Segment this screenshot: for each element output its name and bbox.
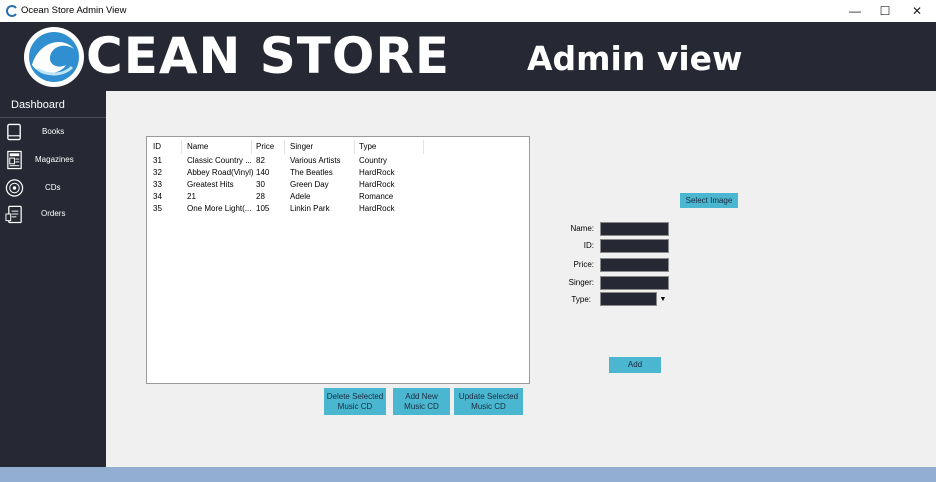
cell-price: 82 [256,156,265,165]
chevron-down-icon[interactable]: ▼ [657,292,669,306]
id-label: ID: [583,241,594,250]
cell-singer: Adele [290,192,311,201]
sidebar-item-label: Orders [41,209,66,218]
id-field[interactable] [600,239,669,253]
sidebar-item-books[interactable]: Books [0,122,106,146]
brand-subtitle: Admin view [527,39,743,78]
sidebar-item-label: CDs [45,183,61,192]
music-cd-list[interactable]: ID Name Price Singer Type 31 Classic Cou… [146,136,530,384]
cell-name: Classic Country ... [187,156,252,165]
sidebar-item-label: Books [42,127,65,136]
singer-label: Singer: [568,278,594,287]
cell-name: Abbey Road(Vinyl) [187,168,254,177]
cell-type: Romance [359,192,394,201]
button-label: Music CD [337,401,373,411]
orders-icon [5,205,22,224]
brand-title: CEAN STORE [86,27,451,85]
maximize-button[interactable]: ☐ [868,0,902,22]
name-field[interactable] [600,222,669,236]
column-header-singer[interactable]: Singer [290,142,313,151]
cd-icon [5,179,24,197]
title-bar: Ocean Store Admin View — ☐ ✕ [0,0,936,22]
cell-type: HardRock [359,204,395,213]
cell-id: 31 [153,156,162,165]
cell-singer: Various Artists [290,156,341,165]
minimize-button[interactable]: — [838,0,872,22]
sidebar-item-label: Magazines [35,155,74,164]
price-label: Price: [573,260,594,269]
table-row[interactable]: 32 Abbey Road(Vinyl) 140 The Beatles Har… [147,168,529,180]
button-label: Update Selected [458,391,519,401]
cell-singer: Linkin Park [290,204,330,213]
column-header-name[interactable]: Name [187,142,208,151]
type-label: Type: [571,295,591,304]
cell-price: 30 [256,180,265,189]
column-header-price[interactable]: Price [256,142,274,151]
button-label: Music CD [471,401,506,411]
sidebar-dashboard[interactable]: Dashboard [0,91,106,118]
type-dropdown[interactable]: ▼ [600,292,669,306]
button-label: Add New [405,391,438,401]
sidebar-item-magazines[interactable]: Magazines [0,150,106,174]
table-row[interactable]: 31 Classic Country ... 82 Various Artist… [147,156,529,168]
cell-id: 35 [153,204,162,213]
update-selected-button[interactable]: Update Selected Music CD [454,388,523,415]
name-label: Name: [570,224,594,233]
cell-id: 34 [153,192,162,201]
cell-type: HardRock [359,168,395,177]
cell-price: 105 [256,204,270,213]
price-field[interactable] [600,258,669,272]
cell-price: 28 [256,192,265,201]
cell-singer: The Beatles [290,168,333,177]
header-banner: CEAN STORE Admin view [0,22,936,91]
window-title: Ocean Store Admin View [21,5,127,16]
list-header: ID Name Price Singer Type [147,140,529,154]
select-image-button[interactable]: Select Image [680,193,738,208]
cell-name: One More Light(... [187,204,252,213]
cell-name: Greatest Hits [187,180,234,189]
singer-field[interactable] [600,276,669,290]
cell-id: 33 [153,180,162,189]
sidebar: Dashboard Books Magazines CDs Orders [0,91,106,467]
cell-price: 140 [256,168,270,177]
table-row[interactable]: 35 One More Light(... 105 Linkin Park Ha… [147,204,529,216]
status-bar [0,467,936,482]
column-header-type[interactable]: Type [359,142,376,151]
cell-type: Country [359,156,388,165]
sidebar-item-cds[interactable]: CDs [0,178,106,202]
magazine-icon [7,150,22,170]
sidebar-item-orders[interactable]: Orders [0,204,106,228]
delete-selected-button[interactable]: Delete Selected Music CD [324,388,386,415]
cell-singer: Green Day [290,180,329,189]
app-icon [6,5,17,17]
button-label: Music CD [404,401,439,411]
table-row[interactable]: 34 21 28 Adele Romance [147,192,529,204]
add-button[interactable]: Add [609,357,661,373]
cell-type: HardRock [359,180,395,189]
close-button[interactable]: ✕ [900,0,934,22]
cell-id: 32 [153,168,162,177]
button-label: Delete Selected [326,391,384,401]
add-new-button[interactable]: Add New Music CD [393,388,450,415]
book-icon [7,123,21,141]
type-dropdown-value[interactable] [600,292,657,306]
column-header-id[interactable]: ID [153,142,161,151]
wave-logo-icon [24,27,84,87]
table-row[interactable]: 33 Greatest Hits 30 Green Day HardRock [147,180,529,192]
cell-name: 21 [187,192,196,201]
main-panel: ID Name Price Singer Type 31 Classic Cou… [106,91,936,467]
